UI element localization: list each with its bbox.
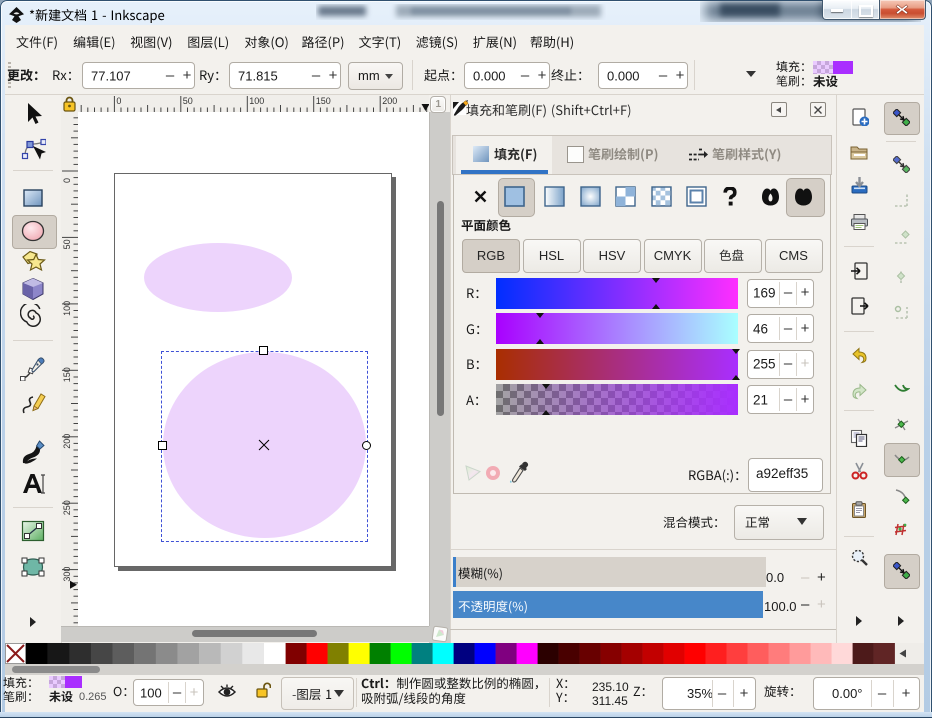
svg-text:0: 0: [116, 96, 121, 106]
svg-text:50: 50: [62, 239, 72, 249]
svg-text:50: 50: [183, 96, 193, 106]
svg-text:300: 300: [62, 567, 72, 582]
svg-text:250: 250: [62, 500, 72, 515]
svg-text:100: 100: [62, 301, 72, 316]
svg-text:150: 150: [62, 367, 72, 382]
svg-text:200: 200: [382, 96, 397, 106]
svg-text:100: 100: [249, 96, 264, 106]
svg-text:0: 0: [62, 178, 72, 183]
svg-text:150: 150: [316, 96, 331, 106]
svg-text:200: 200: [62, 434, 72, 449]
